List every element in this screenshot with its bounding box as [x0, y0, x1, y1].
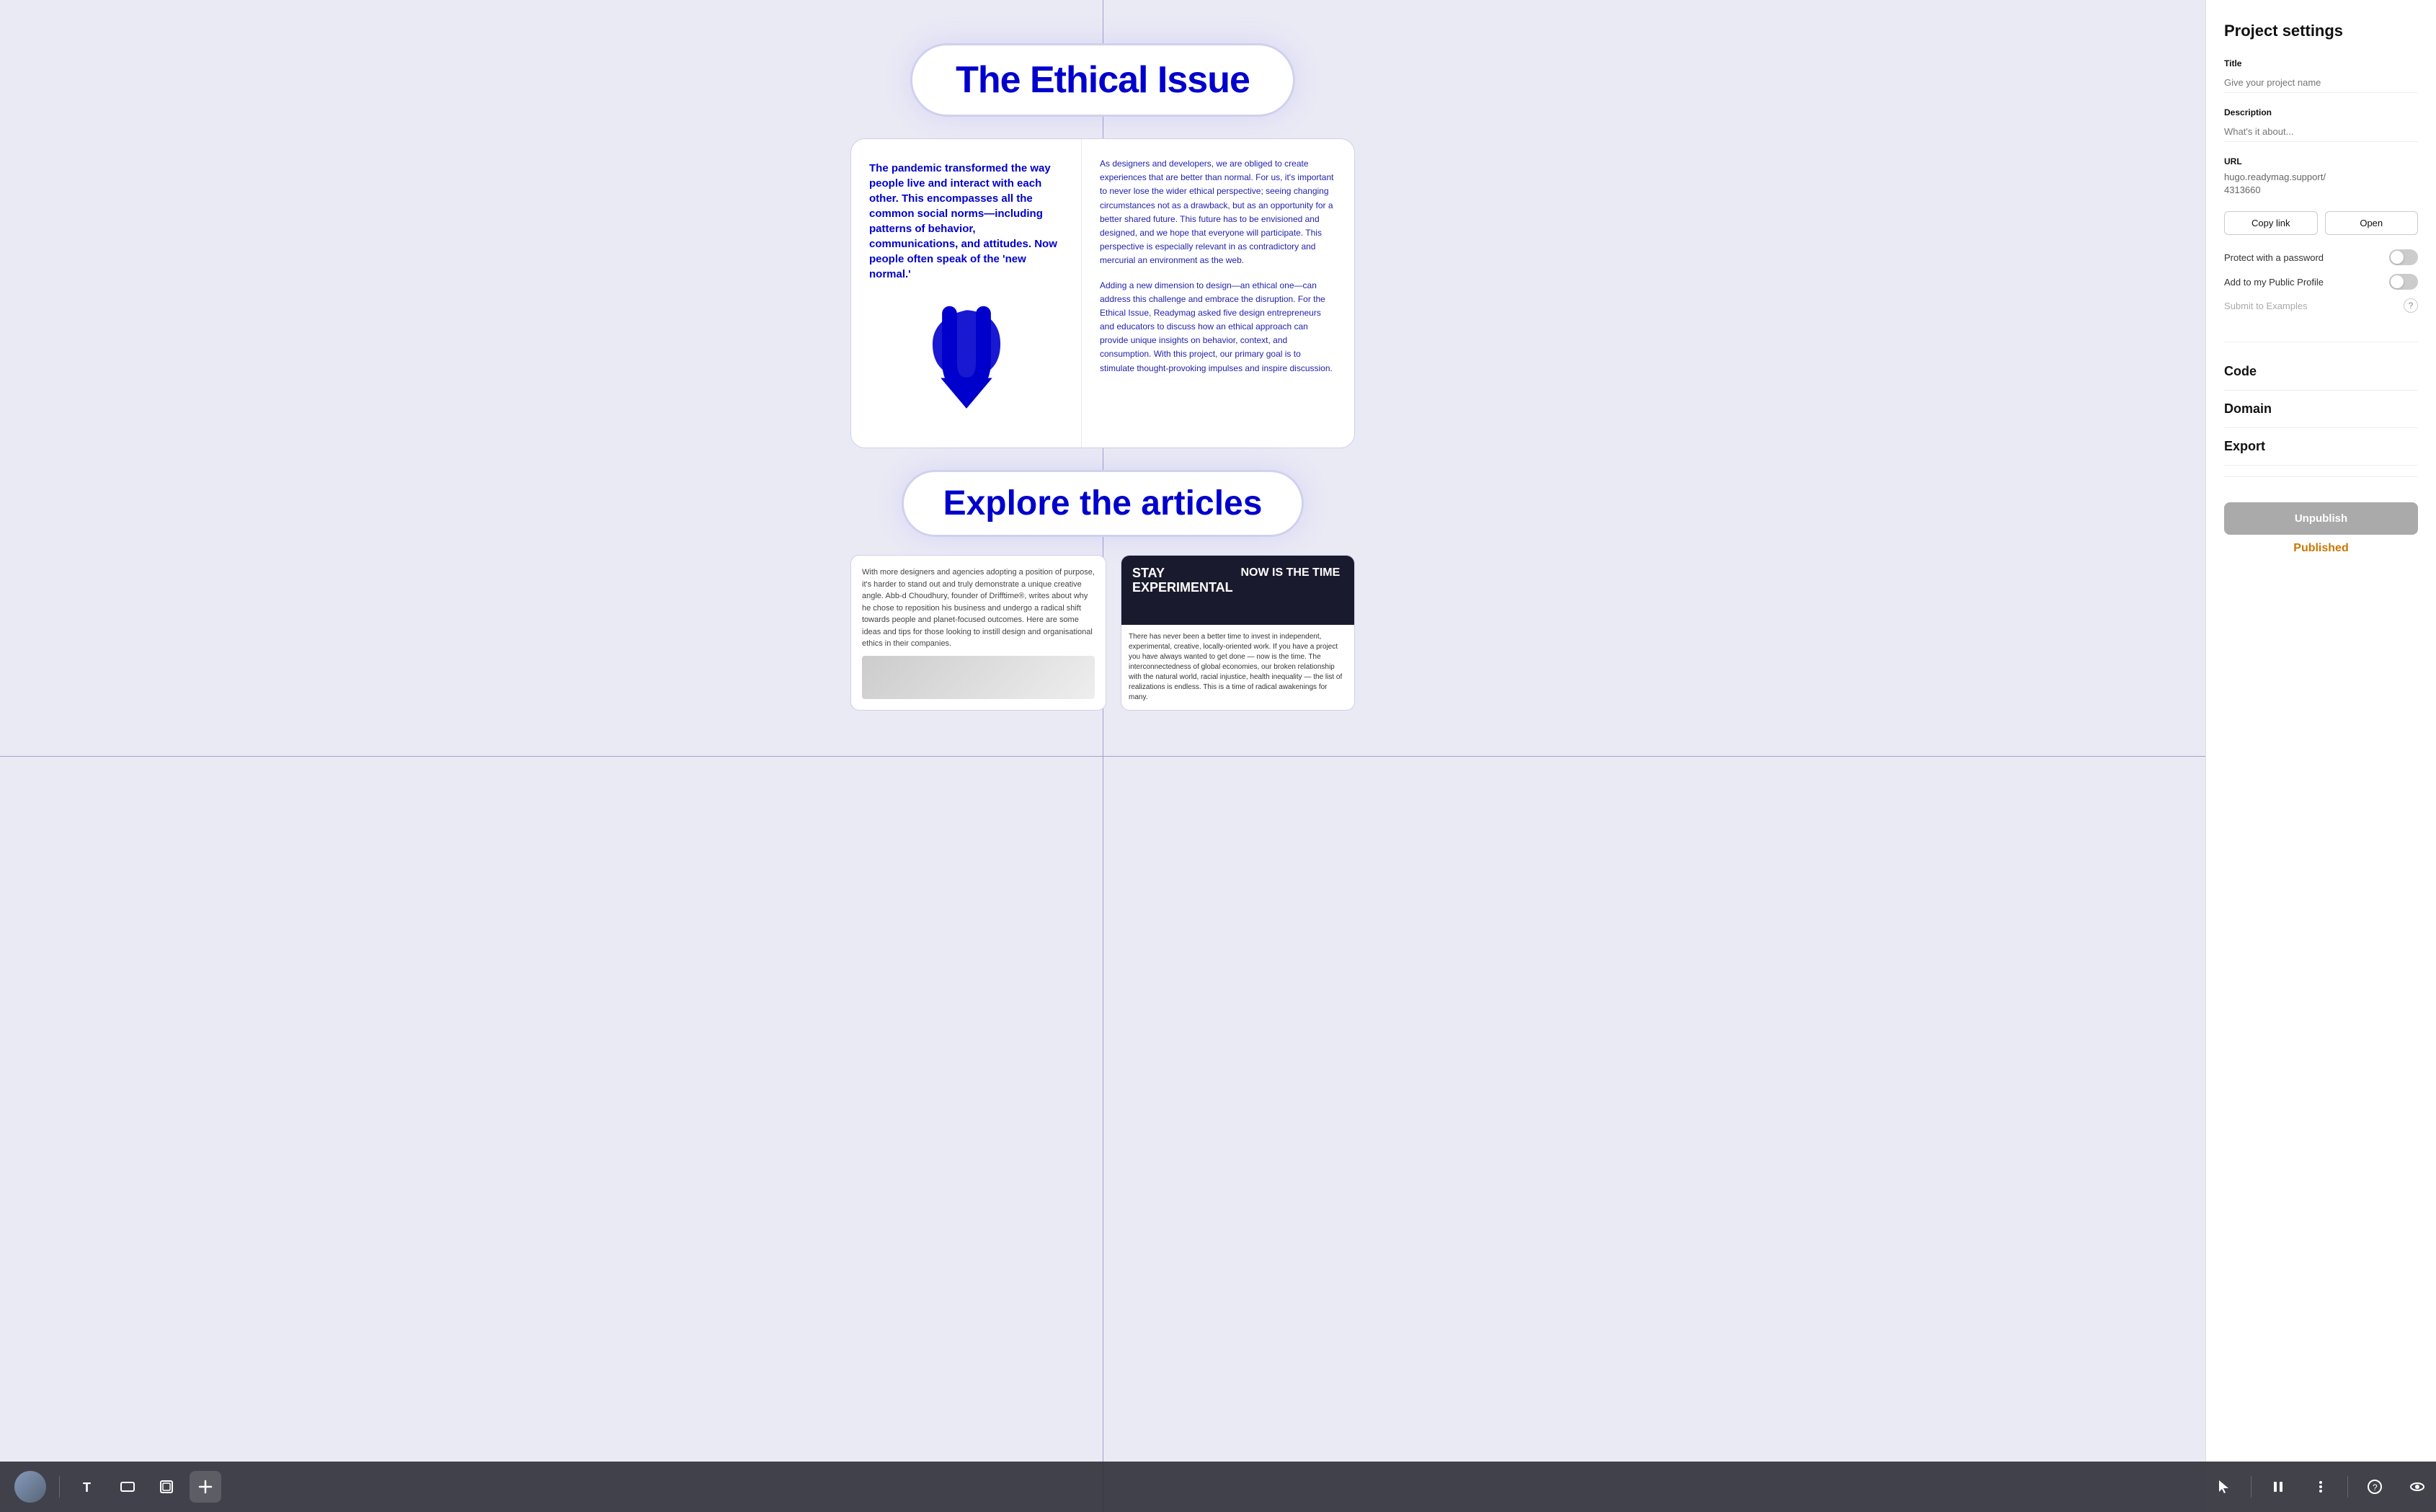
- frame-tool-icon: [120, 1479, 135, 1495]
- url-group: URL hugo.readymag.support/4313660: [2224, 156, 2418, 197]
- article-right-top: STAY EXPERIMENTAL NOW IS THE TIME: [1121, 556, 1354, 625]
- text-tool-icon: T: [81, 1479, 97, 1495]
- article-right-heading1: STAY EXPERIMENTAL: [1132, 566, 1235, 595]
- layers-tool-icon: [159, 1479, 174, 1495]
- avatar[interactable]: [14, 1471, 46, 1503]
- article-right-heading2: NOW IS THE TIME: [1241, 566, 1344, 579]
- card-left-text: The pandemic transformed the way people …: [869, 161, 1063, 282]
- article-left-text: With more designers and agencies adoptin…: [862, 566, 1095, 650]
- description-field-group: Description: [2224, 107, 2418, 142]
- article-left: With more designers and agencies adoptin…: [850, 555, 1106, 711]
- card-right-p1: As designers and developers, we are obli…: [1100, 157, 1336, 268]
- menu-button[interactable]: [2305, 1471, 2337, 1503]
- profile-toggle-label: Add to my Public Profile: [2224, 277, 2324, 288]
- preview-button[interactable]: [2401, 1471, 2433, 1503]
- pause-icon: [2270, 1479, 2286, 1495]
- frame-tool-button[interactable]: [112, 1471, 143, 1503]
- page-title: The Ethical Issue: [956, 58, 1250, 102]
- menu-icon: [2313, 1479, 2329, 1495]
- password-toggle[interactable]: [2389, 249, 2418, 265]
- layers-tool-button[interactable]: [151, 1471, 182, 1503]
- code-label: Code: [2224, 364, 2257, 379]
- copy-link-button[interactable]: Copy link: [2224, 211, 2318, 235]
- article-image: [862, 656, 1095, 699]
- domain-section-link[interactable]: Domain: [2224, 391, 2418, 428]
- divider-2: [2224, 476, 2418, 477]
- svg-text:?: ?: [2373, 1482, 2378, 1493]
- content-card: The pandemic transformed the way people …: [850, 138, 1355, 448]
- profile-toggle[interactable]: [2389, 274, 2418, 290]
- help-icon: ?: [2367, 1479, 2383, 1495]
- export-section-link[interactable]: Export: [2224, 428, 2418, 466]
- article-right: STAY EXPERIMENTAL NOW IS THE TIME There …: [1121, 555, 1355, 711]
- article-right-body: There has never been a better time to in…: [1121, 625, 1354, 710]
- submit-help-icon[interactable]: ?: [2404, 298, 2418, 313]
- toolbar-separator-1: [59, 1476, 60, 1498]
- title-pill[interactable]: The Ethical Issue: [910, 43, 1295, 117]
- url-value: hugo.readymag.support/4313660: [2224, 171, 2418, 197]
- profile-toggle-row: Add to my Public Profile: [2224, 274, 2418, 290]
- explore-pill[interactable]: Explore the articles: [902, 470, 1304, 537]
- help-button[interactable]: ?: [2359, 1471, 2391, 1503]
- open-button[interactable]: Open: [2325, 211, 2419, 235]
- eye-icon: [2409, 1479, 2425, 1495]
- domain-label: Domain: [2224, 401, 2272, 417]
- title-field-group: Title: [2224, 58, 2418, 93]
- url-label: URL: [2224, 156, 2418, 166]
- password-toggle-label: Protect with a password: [2224, 252, 2324, 263]
- down-arrow-icon: [909, 303, 1024, 419]
- cursor-icon: [2216, 1479, 2232, 1495]
- card-left: The pandemic transformed the way people …: [851, 139, 1082, 448]
- bottom-toolbar: T: [0, 1462, 2205, 1512]
- right-toolbar: ?: [2205, 1462, 2436, 1512]
- articles-preview: With more designers and agencies adoptin…: [850, 555, 1355, 711]
- submit-label: Submit to Examples: [2224, 301, 2308, 311]
- unpublish-button[interactable]: Unpublish: [2224, 502, 2418, 535]
- right-toolbar-separator-2: [2347, 1476, 2348, 1498]
- cursor-tool-button[interactable]: [2208, 1471, 2240, 1503]
- title-field-label: Title: [2224, 58, 2418, 68]
- avatar-image: [14, 1471, 46, 1503]
- card-right-p2: Adding a new dimension to design—an ethi…: [1100, 279, 1336, 375]
- password-toggle-row: Protect with a password: [2224, 249, 2418, 265]
- submit-row: Submit to Examples ?: [2224, 298, 2418, 313]
- description-input[interactable]: [2224, 122, 2418, 142]
- explore-label: Explore the articles: [943, 484, 1263, 523]
- description-field-label: Description: [2224, 107, 2418, 117]
- card-right: As designers and developers, we are obli…: [1082, 139, 1354, 448]
- export-label: Export: [2224, 439, 2265, 454]
- add-icon: [197, 1479, 213, 1495]
- published-status: Published: [2224, 542, 2418, 555]
- add-tool-button[interactable]: [190, 1471, 221, 1503]
- canvas-area: The Ethical Issue The pandemic transform…: [0, 0, 2205, 1512]
- action-buttons-row: Copy link Open: [2224, 211, 2418, 235]
- svg-text:T: T: [83, 1480, 91, 1495]
- text-tool-button[interactable]: T: [73, 1471, 105, 1503]
- title-input[interactable]: [2224, 73, 2418, 93]
- right-panel: Project settings Title Description URL h…: [2205, 0, 2436, 1512]
- code-section-link[interactable]: Code: [2224, 353, 2418, 391]
- pause-button[interactable]: [2262, 1471, 2294, 1503]
- panel-title: Project settings: [2224, 22, 2418, 40]
